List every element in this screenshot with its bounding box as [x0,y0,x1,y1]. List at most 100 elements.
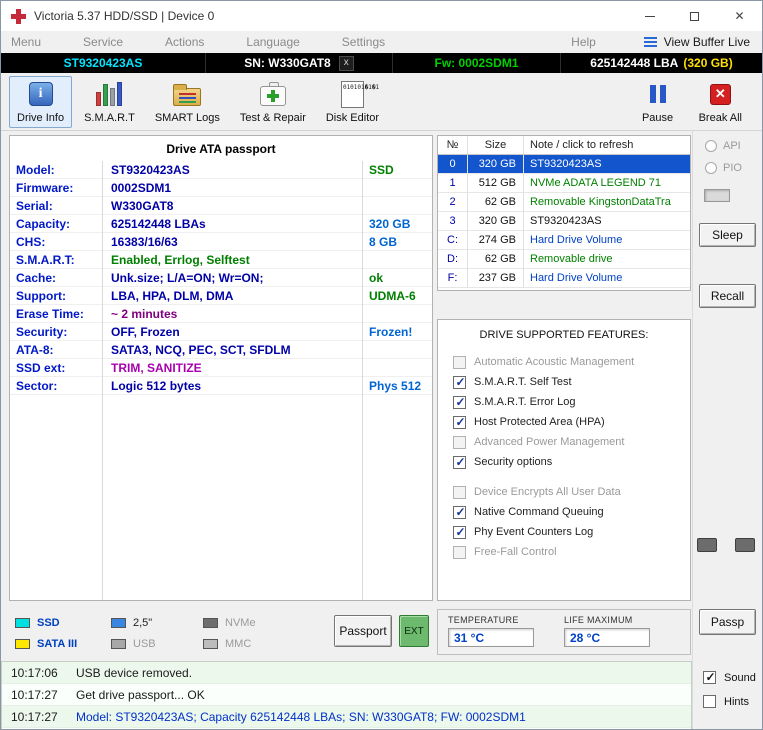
log-panel: 10:17:06 USB device removed. 10:17:27 Ge… [1,661,692,729]
device-row-0[interactable]: 0 320 GB ST9320423AS [438,155,690,174]
drive-info-label: Drive Info [17,111,65,124]
ext-button[interactable]: EXT [399,615,429,647]
smart-logs-button[interactable]: SMART Logs [147,76,228,128]
passport-row-erase-time: Erase Time: ~ 2 minutes [10,305,432,323]
legend-item-ssd: SSD [15,617,111,629]
feature-advanced-power-management: Advanced Power Management [453,432,690,452]
pio-label: PIO [723,162,742,174]
drive-info-button[interactable]: Drive Info [9,75,73,128]
passport-row-ata8: ATA-8: SATA3, NCQ, PEC, SCT, SFDLM [10,341,432,359]
sound-option[interactable]: Sound [703,670,762,685]
passport-button[interactable]: Passport [334,615,392,647]
feature-ncq[interactable]: Native Command Queuing [453,502,690,522]
passport-row-firmware: Firmware: 0002SDM1 [10,179,432,197]
feature-phy-event-counters[interactable]: Phy Event Counters Log [453,522,690,542]
checkbox-checked-icon [453,375,467,389]
info-icon [28,82,53,106]
bay-25-swatch [111,617,126,628]
drive-passport-panel: Drive ATA passport Model: ST9320423AS SS… [9,135,433,601]
api-label: API [723,140,741,152]
feature-smart-error-log[interactable]: S.M.A.R.T. Error Log [453,392,690,412]
close-button[interactable] [717,1,762,31]
api-radio-row: API [705,139,762,153]
menu-item-settings[interactable]: Settings [342,35,385,49]
drive-type-legend: SSD 2,5" NVMe SATA III USB MMC Passport … [9,609,433,655]
smart-logs-label: SMART Logs [154,111,220,124]
right-side-panel: API PIO Sleep Recall Passp [692,131,762,661]
infobar-capacity: 625142448 LBA (320 GB) [561,53,762,73]
life-maximum-value: 28 °C [564,628,650,647]
supported-features-panel: DRIVE SUPPORTED FEATURES: Automatic Acou… [437,319,691,601]
device-row-2[interactable]: 2 62 GB Removable KingstonDataTra [438,193,690,212]
temperature-label: TEMPERATURE [448,615,519,625]
window-title: Victoria 5.37 HDD/SSD | Device 0 [34,9,215,23]
temperature-panel: TEMPERATURE 31 °C LIFE MAXIMUM 28 °C [437,609,691,655]
menu-item-language[interactable]: Language [246,35,299,49]
break-all-label: Break All [698,111,742,124]
device-row-d[interactable]: D: 62 GB Removable drive [438,250,690,269]
infobar-model: ST9320423AS [1,53,206,73]
infobar-gb-text: (320 GB) [683,56,733,70]
close-icon [734,9,744,23]
test-repair-button[interactable]: Test & Repair [232,76,314,128]
break-all-button[interactable]: Break All [691,76,750,128]
passport-row-capacity: Capacity: 625142448 LBAs 320 GB [10,215,432,233]
life-maximum-label: LIFE MAXIMUM [564,615,633,625]
device-row-1[interactable]: 1 512 GB NVMe ADATA LEGEND 71 [438,174,690,193]
smart-button[interactable]: S.M.A.R.T [76,76,143,128]
mode-indicator-box [704,189,730,202]
hints-option[interactable]: Hints [703,694,762,709]
minimize-button[interactable] [627,1,672,31]
legend-item-usb: USB [111,638,203,650]
minimize-icon [644,15,655,17]
binary-document-icon [340,80,364,108]
pio-radio-row: PIO [705,161,762,175]
pause-icon [649,85,666,103]
maximize-button[interactable] [672,1,717,31]
checkbox-checked-icon [453,525,467,539]
pause-button[interactable]: Pause [629,76,687,128]
smart-bars-icon [96,82,123,106]
disk-editor-button[interactable]: Disk Editor [318,76,387,128]
mini-button-left[interactable] [697,538,717,552]
feature-security-options[interactable]: Security options [453,452,690,472]
disk-editor-label: Disk Editor [325,111,380,124]
device-row-c[interactable]: C: 274 GB Hard Drive Volume [438,231,690,250]
maximize-icon [690,11,699,21]
passport-row-support: Support: LBA, HPA, DLM, DMA UDMA-6 [10,287,432,305]
device-row-f[interactable]: F: 237 GB Hard Drive Volume [438,269,690,288]
menu-item-help[interactable]: Help [571,35,596,49]
temperature-value: 31 °C [448,628,534,647]
feature-device-encryption: Device Encrypts All User Data [453,482,690,502]
menu-item-service[interactable]: Service [83,35,123,49]
infobar-close-button[interactable]: x [338,55,354,71]
hints-label: Hints [724,695,750,708]
checkbox-checked-icon [453,415,467,429]
mini-button-right[interactable] [735,538,755,552]
passp-button[interactable]: Passp [699,609,756,635]
passport-row-ssd-ext: SSD ext: TRIM, SANITIZE [10,359,432,377]
menu-item-actions[interactable]: Actions [165,35,204,49]
infobar-lba-text: 625142448 LBA [590,56,679,70]
menu-item-menu[interactable]: Menu [11,35,41,49]
options-panel: Sound Hints [692,661,762,729]
device-row-3[interactable]: 3 320 GB ST9320423AS [438,212,690,231]
buffer-lines-icon [643,37,657,39]
test-repair-label: Test & Repair [239,111,306,124]
passport-row-sector: Sector: Logic 512 bytes Phys 512 [10,377,432,395]
sleep-button[interactable]: Sleep [699,223,756,247]
nvme-swatch [203,617,218,628]
log-entry-1: 10:17:06 USB device removed. [2,662,691,684]
feature-hpa[interactable]: Host Protected Area (HPA) [453,412,690,432]
checkbox-unchecked-icon [453,355,466,369]
infobar-serial: SN: W330GAT8 x [206,53,393,73]
recall-button[interactable]: Recall [699,284,756,308]
folder-icon [173,83,202,106]
menu-bar: Menu Service Actions Language Settings H… [1,31,762,53]
title-bar: Victoria 5.37 HDD/SSD | Device 0 [1,1,762,31]
api-radio [705,140,717,152]
ssd-swatch [15,617,30,628]
feature-smart-self-test[interactable]: S.M.A.R.T. Self Test [453,372,690,392]
view-buffer-live-toggle[interactable]: View Buffer Live [643,35,750,49]
infobar-firmware: Fw: 0002SDM1 [393,53,561,73]
